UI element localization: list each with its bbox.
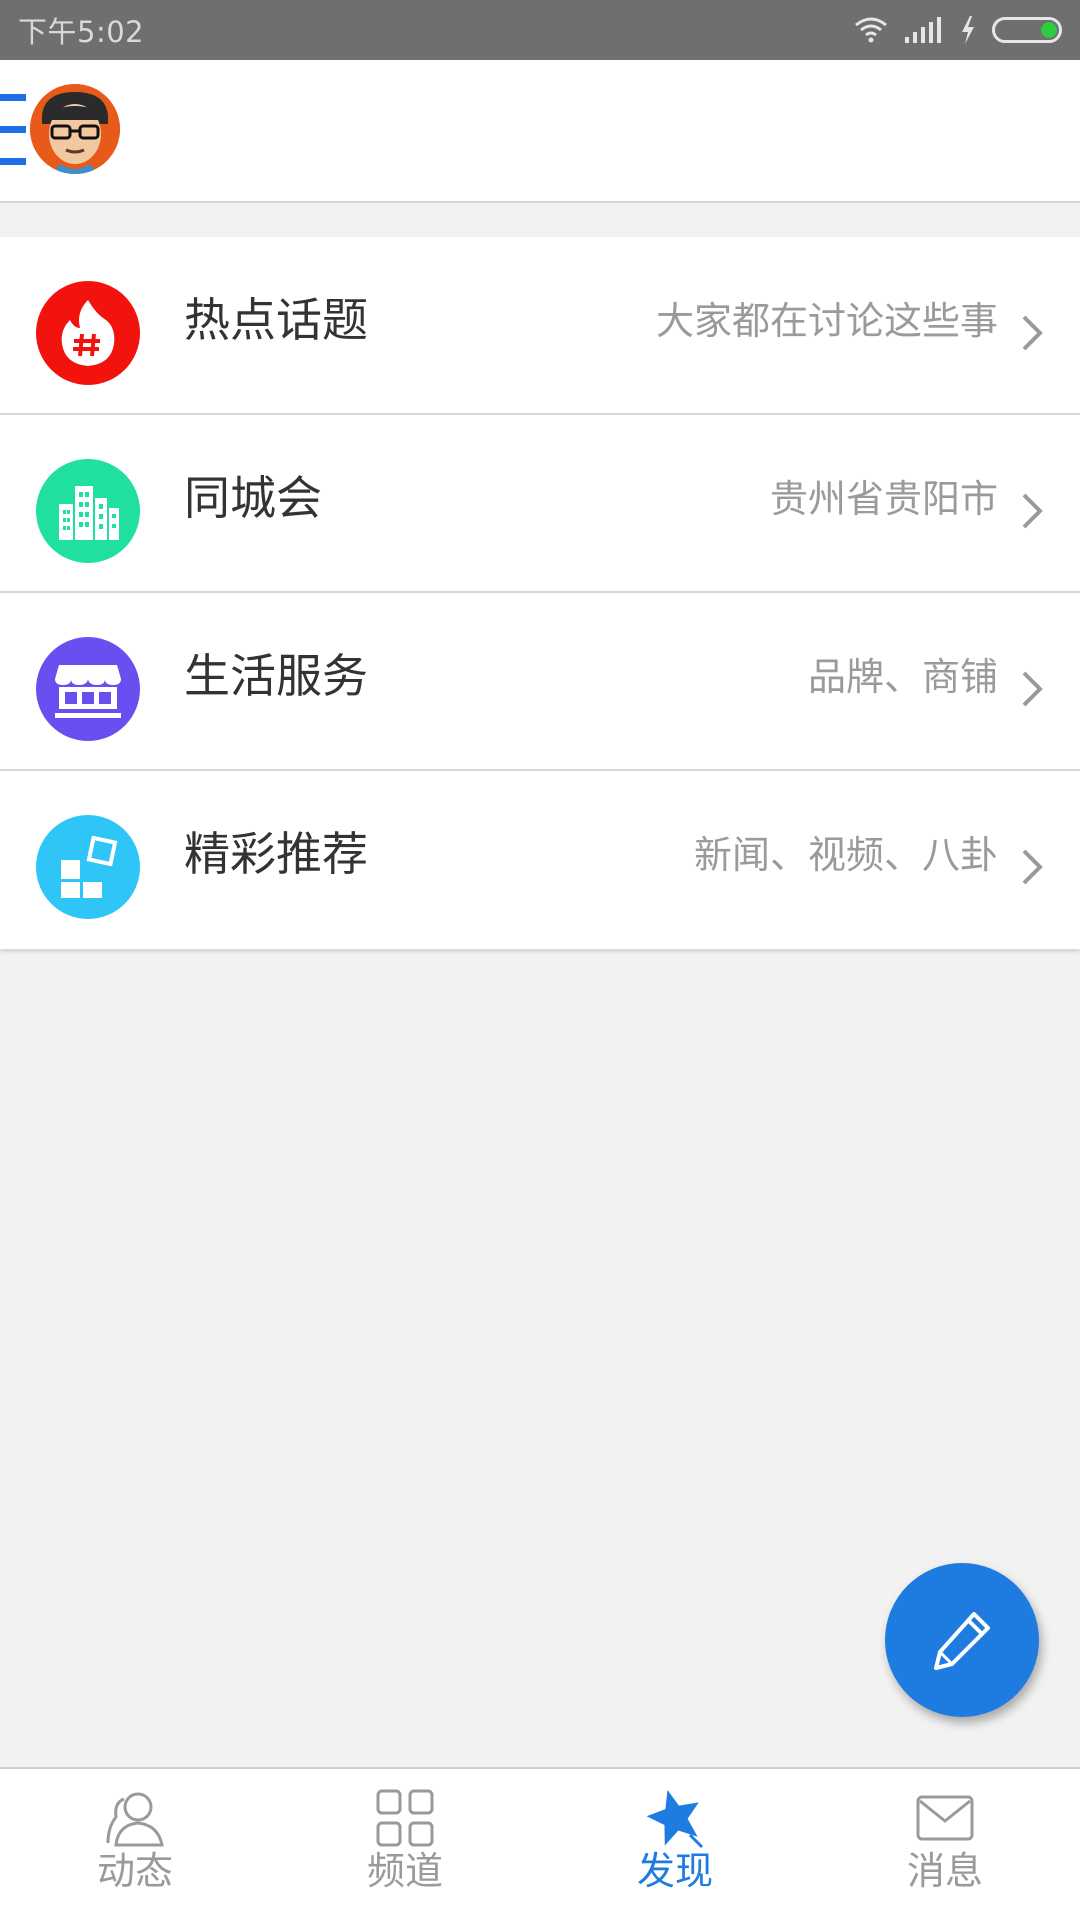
tab-label: 消息 <box>906 1849 983 1893</box>
tab-label: 动态 <box>96 1849 173 1893</box>
avatar[interactable] <box>30 84 120 174</box>
row-title: 精彩推荐 <box>184 827 368 881</box>
person-icon <box>106 1792 164 1847</box>
status-bar: 下午5:02 <box>0 0 1080 60</box>
discover-list: 热点话题 大家都在讨论这些事 同城会 贵州省贵阳市 生活服务 品牌、商铺 精彩推… <box>0 237 1080 949</box>
tab-label: 频道 <box>366 1849 443 1893</box>
row-title: 生活服务 <box>184 649 368 703</box>
menu-icon[interactable] <box>0 88 30 174</box>
chevron-right-icon <box>1022 315 1043 351</box>
list-item-hot-topics[interactable]: 热点话题 大家都在讨论这些事 <box>0 237 1080 415</box>
pencil-icon <box>934 1612 990 1670</box>
chevron-right-icon <box>1022 849 1043 885</box>
wifi-icon <box>855 17 887 43</box>
tab-channels[interactable]: 频道 <box>270 1769 540 1920</box>
list-item-life-services[interactable]: 生活服务 品牌、商铺 <box>0 593 1080 771</box>
row-title: 同城会 <box>184 471 322 525</box>
status-time: 下午5:02 <box>18 15 145 49</box>
tab-feed[interactable]: 动态 <box>0 1769 270 1920</box>
row-subtitle: 贵州省贵阳市 <box>769 477 998 521</box>
row-title: 热点话题 <box>184 293 368 347</box>
list-item-recommendations[interactable]: 精彩推荐 新闻、视频、八卦 <box>0 771 1080 949</box>
tab-label: 发现 <box>636 1849 713 1893</box>
shop-icon <box>36 637 140 741</box>
city-icon <box>36 459 140 563</box>
charging-icon <box>962 16 974 44</box>
app-bar <box>0 60 1080 203</box>
recommend-icon <box>36 815 140 919</box>
battery-level <box>1041 22 1057 38</box>
compose-button[interactable] <box>885 1563 1039 1717</box>
tab-messages[interactable]: 消息 <box>810 1769 1080 1920</box>
star-icon <box>646 1789 704 1849</box>
avatar-image <box>30 84 120 174</box>
row-subtitle: 新闻、视频、八卦 <box>693 833 998 877</box>
list-item-city-club[interactable]: 同城会 贵州省贵阳市 <box>0 415 1080 593</box>
hot-topic-icon <box>36 281 140 385</box>
row-subtitle: 品牌、商铺 <box>807 655 998 699</box>
grid-icon <box>376 1789 434 1847</box>
row-subtitle: 大家都在讨论这些事 <box>655 299 998 343</box>
chevron-right-icon <box>1022 671 1043 707</box>
mail-icon <box>916 1795 974 1841</box>
bottom-nav: 动态 频道 发现 消息 <box>0 1767 1080 1920</box>
status-icons <box>854 16 1062 44</box>
signal-icon <box>905 17 941 43</box>
tab-discover[interactable]: 发现 <box>540 1769 810 1920</box>
chevron-right-icon <box>1022 493 1043 529</box>
battery-icon <box>992 17 1062 43</box>
